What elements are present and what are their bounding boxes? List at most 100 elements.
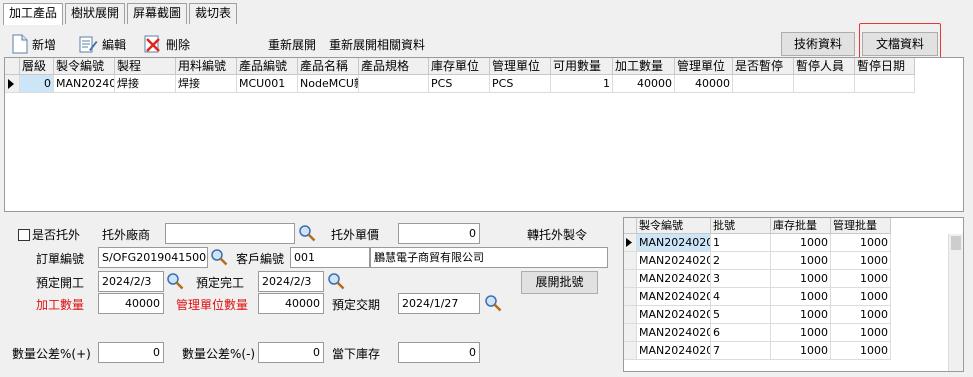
mgmt-qty-input[interactable]: 40000 bbox=[258, 293, 324, 314]
cell[interactable]: 焊接 bbox=[115, 75, 176, 93]
col-header[interactable]: 產品規格 bbox=[359, 58, 429, 75]
col-header[interactable]: 加工數量 bbox=[613, 58, 675, 75]
search-icon[interactable] bbox=[484, 294, 502, 312]
process-qty-input[interactable]: 40000 bbox=[98, 293, 164, 314]
plan-finish-input[interactable]: 2024/2/3 bbox=[258, 271, 324, 292]
col-header[interactable]: 管理單位 bbox=[675, 58, 733, 75]
cell[interactable]: 1000 bbox=[831, 342, 891, 360]
col-header[interactable]: 管理單位 bbox=[490, 58, 551, 75]
tolerance-plus-input[interactable]: 0 bbox=[98, 342, 164, 363]
main-grid[interactable]: 層級 製令編號 製程 用料編號 產品編號 產品名稱 產品規格 庫存單位 管理單位… bbox=[4, 57, 964, 212]
search-icon[interactable] bbox=[327, 272, 345, 290]
cell[interactable]: 1000 bbox=[831, 306, 891, 324]
cell[interactable]: 5 bbox=[711, 306, 771, 324]
cell[interactable]: 3 bbox=[711, 270, 771, 288]
col-header[interactable]: 製程 bbox=[115, 58, 176, 75]
tolerance-minus-input[interactable]: 0 bbox=[258, 342, 324, 363]
tab-screenshot[interactable]: 屏幕截圖 bbox=[127, 3, 188, 24]
cell[interactable]: MAN20240203 bbox=[637, 324, 711, 342]
col-header[interactable]: 是否暫停 bbox=[733, 58, 794, 75]
col-header[interactable]: 暫停日期 bbox=[855, 58, 915, 75]
outsource-price-input[interactable]: 0 bbox=[398, 223, 480, 244]
reexpand-button[interactable]: 重新展開 bbox=[268, 33, 316, 55]
cell[interactable]: 7 bbox=[711, 342, 771, 360]
checkbox-box[interactable] bbox=[18, 228, 30, 241]
cell[interactable]: 1000 bbox=[771, 324, 831, 342]
cell[interactable]: NodeMCU新 bbox=[298, 75, 359, 93]
cell[interactable]: 1000 bbox=[831, 288, 891, 306]
customer-no-input[interactable]: 001 bbox=[290, 247, 370, 268]
plan-delivery-input[interactable]: 2024/1/27 bbox=[398, 293, 480, 314]
col-header[interactable]: 層級 bbox=[20, 58, 54, 75]
col-header[interactable]: 管理批量 bbox=[831, 218, 891, 234]
cell[interactable]: 1000 bbox=[831, 252, 891, 270]
reexpand-related-button[interactable]: 重新展開相關資料 bbox=[329, 33, 425, 55]
cell[interactable]: 1000 bbox=[831, 270, 891, 288]
cell[interactable]: 2 bbox=[711, 252, 771, 270]
table-row[interactable]: MAN20240203 5 1000 1000 bbox=[624, 306, 891, 324]
col-header[interactable]: 用料編號 bbox=[176, 58, 237, 75]
cell[interactable]: 0 bbox=[20, 75, 54, 93]
cell[interactable]: 1000 bbox=[771, 234, 831, 252]
col-header[interactable]: 製令編號 bbox=[637, 218, 711, 234]
current-stock-input[interactable]: 0 bbox=[398, 342, 480, 363]
cell[interactable]: MCU001 bbox=[237, 75, 298, 93]
cell[interactable]: MAN20240203 bbox=[637, 252, 711, 270]
cell[interactable]: 1 bbox=[551, 75, 613, 93]
tab-tree-expand[interactable]: 樹狀展開 bbox=[65, 3, 126, 24]
order-no-input[interactable]: S/OFG20190415001 bbox=[98, 247, 208, 268]
cell[interactable]: 40000 bbox=[613, 75, 675, 93]
edit-button[interactable]: 編輯 bbox=[78, 33, 126, 55]
cell[interactable] bbox=[855, 75, 915, 93]
cell[interactable]: 6 bbox=[711, 324, 771, 342]
cell[interactable]: 焊接 bbox=[176, 75, 237, 93]
tab-process-product[interactable]: 加工產品 bbox=[3, 3, 64, 25]
cell[interactable]: 1000 bbox=[831, 324, 891, 342]
search-icon[interactable] bbox=[298, 224, 316, 242]
cell[interactable] bbox=[733, 75, 794, 93]
tech-data-button[interactable]: 技術資料 bbox=[781, 32, 855, 56]
scrollbar-thumb[interactable] bbox=[951, 236, 961, 250]
col-header[interactable]: 暫停人員 bbox=[794, 58, 855, 75]
col-header[interactable]: 批號 bbox=[711, 218, 771, 234]
cell[interactable]: 4 bbox=[711, 288, 771, 306]
cell[interactable]: 1000 bbox=[771, 306, 831, 324]
cell[interactable]: 1000 bbox=[831, 234, 891, 252]
table-row[interactable]: MAN20240203 2 1000 1000 bbox=[624, 252, 891, 270]
col-header[interactable]: 庫存單位 bbox=[429, 58, 490, 75]
cell[interactable]: 1000 bbox=[771, 342, 831, 360]
table-row[interactable]: MAN20240203 6 1000 1000 bbox=[624, 324, 891, 342]
outsource-vendor-input[interactable] bbox=[165, 223, 295, 244]
batch-grid[interactable]: 製令編號 批號 庫存批量 管理批量 MAN20240203 1 1000 100… bbox=[623, 217, 964, 372]
table-row[interactable]: MAN20240203 1 1000 1000 bbox=[624, 234, 891, 252]
cell[interactable]: MAN202402 bbox=[54, 75, 115, 93]
cell[interactable]: PCS bbox=[490, 75, 551, 93]
search-icon[interactable] bbox=[210, 248, 228, 266]
cell[interactable] bbox=[359, 75, 429, 93]
cell[interactable] bbox=[794, 75, 855, 93]
cell[interactable]: MAN20240203 bbox=[637, 342, 711, 360]
plan-start-input[interactable]: 2024/2/3 bbox=[98, 271, 164, 292]
delete-button[interactable]: 刪除 bbox=[144, 33, 190, 55]
outsource-checkbox[interactable]: 是否托外 bbox=[18, 226, 80, 243]
expand-batch-button[interactable]: 展開批號 bbox=[521, 271, 598, 294]
cell[interactable]: 1 bbox=[711, 234, 771, 252]
col-header[interactable]: 製令編號 bbox=[54, 58, 115, 75]
cell[interactable]: MAN20240203 bbox=[637, 270, 711, 288]
vertical-scrollbar[interactable] bbox=[948, 234, 963, 371]
cell[interactable]: MAN20240203 bbox=[637, 288, 711, 306]
col-header[interactable]: 產品編號 bbox=[237, 58, 298, 75]
table-row[interactable]: MAN20240203 3 1000 1000 bbox=[624, 270, 891, 288]
add-button[interactable]: 新增 bbox=[12, 33, 56, 55]
cell[interactable]: MAN20240203 bbox=[637, 306, 711, 324]
cell[interactable]: 1000 bbox=[771, 288, 831, 306]
table-row[interactable]: 0 MAN202402 焊接 焊接 MCU001 NodeMCU新 PCS PC… bbox=[5, 75, 915, 93]
col-header[interactable]: 庫存批量 bbox=[771, 218, 831, 234]
table-row[interactable]: MAN20240203 4 1000 1000 bbox=[624, 288, 891, 306]
col-header[interactable]: 產品名稱 bbox=[298, 58, 359, 75]
cell[interactable]: MAN20240203 bbox=[637, 234, 711, 252]
cell[interactable]: 1000 bbox=[771, 252, 831, 270]
cell[interactable]: PCS bbox=[429, 75, 490, 93]
cell[interactable]: 40000 bbox=[675, 75, 733, 93]
cell[interactable]: 1000 bbox=[771, 270, 831, 288]
